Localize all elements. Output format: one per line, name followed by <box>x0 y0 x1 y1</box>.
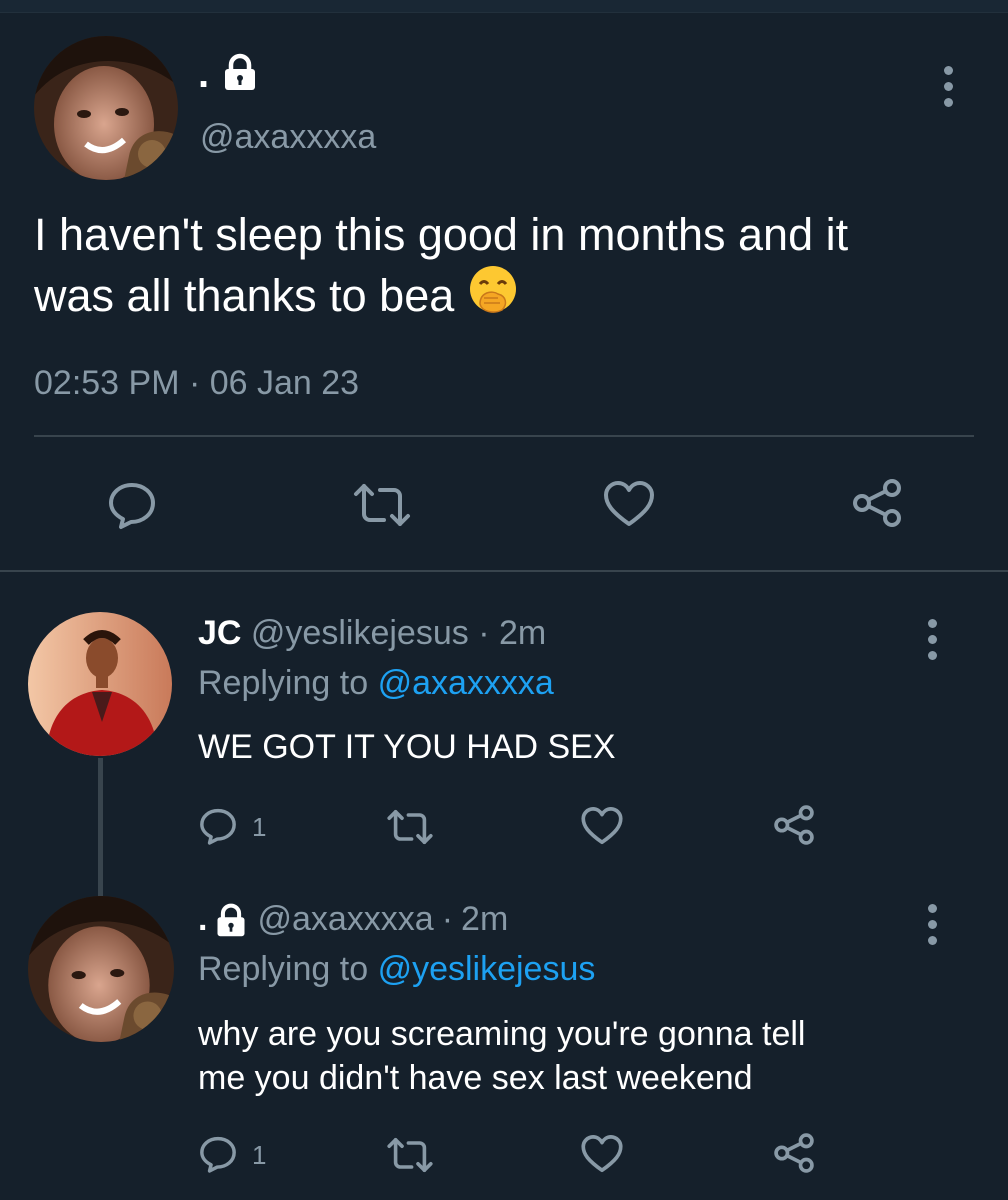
reply-avatar[interactable] <box>28 612 172 756</box>
retweet-icon[interactable] <box>386 1136 434 1174</box>
thread-line <box>98 758 103 896</box>
replying-to-line: Replying to @yeslikejesus <box>198 950 595 989</box>
reply-header: JC @yeslikejesus · 2m <box>198 614 546 653</box>
tweet-timestamp[interactable]: 02:53 PM · 06 Jan 23 <box>34 364 359 403</box>
retweet-icon[interactable] <box>352 482 412 528</box>
author-name: . <box>198 52 210 96</box>
reply-time[interactable]: 2m <box>461 900 508 939</box>
share-icon[interactable] <box>772 804 816 846</box>
replying-to-label: Replying to <box>198 664 369 702</box>
lock-icon <box>220 52 260 92</box>
like-icon[interactable] <box>580 806 624 846</box>
author-avatar[interactable] <box>34 36 178 180</box>
reply-header: . @axaxxxxa · 2m <box>198 900 508 939</box>
share-icon[interactable] <box>772 1132 816 1174</box>
top-bar-edge <box>0 0 1008 13</box>
reply-author-name[interactable]: JC <box>198 614 241 652</box>
reply-text: WE GOT IT YOU HAD SEX <box>198 728 616 766</box>
like-icon[interactable] <box>580 1134 624 1174</box>
reply-icon[interactable] <box>106 480 158 530</box>
retweet-icon[interactable] <box>386 808 434 846</box>
author-handle[interactable]: @axaxxxxa <box>200 118 376 157</box>
reply-count: 1 <box>252 812 267 842</box>
section-divider <box>0 570 1008 572</box>
reply-author-handle[interactable]: @yeslikejesus <box>251 614 469 652</box>
replying-to-mention[interactable]: @yeslikejesus <box>378 950 596 988</box>
separator-dot: · <box>441 900 454 938</box>
reply-author-handle[interactable]: @axaxxxxa <box>257 900 433 939</box>
reply-author-name[interactable]: . <box>198 900 207 939</box>
like-icon[interactable] <box>602 480 656 528</box>
replying-to-mention[interactable]: @axaxxxxa <box>378 664 554 702</box>
divider <box>34 435 974 437</box>
lock-icon <box>213 902 249 938</box>
tweet-text: I haven't sleep this good in months and … <box>34 206 994 328</box>
replying-to-line: Replying to @axaxxxxa <box>198 664 554 703</box>
reply-text: why are you screaming you're gonna tell … <box>198 1015 806 1097</box>
hand-over-mouth-emoji <box>468 264 518 328</box>
separator-dot: · <box>478 614 490 652</box>
more-options-icon[interactable] <box>922 619 942 660</box>
reply-time[interactable]: 2m <box>499 614 546 652</box>
reply-icon[interactable] <box>198 806 238 846</box>
more-options-icon[interactable] <box>922 904 942 945</box>
reply-avatar[interactable] <box>28 896 174 1042</box>
replying-to-label: Replying to <box>198 950 369 988</box>
reply-count: 1 <box>252 1140 267 1170</box>
share-icon[interactable] <box>850 478 904 528</box>
more-options-icon[interactable] <box>938 66 958 107</box>
reply-icon[interactable] <box>198 1134 238 1174</box>
